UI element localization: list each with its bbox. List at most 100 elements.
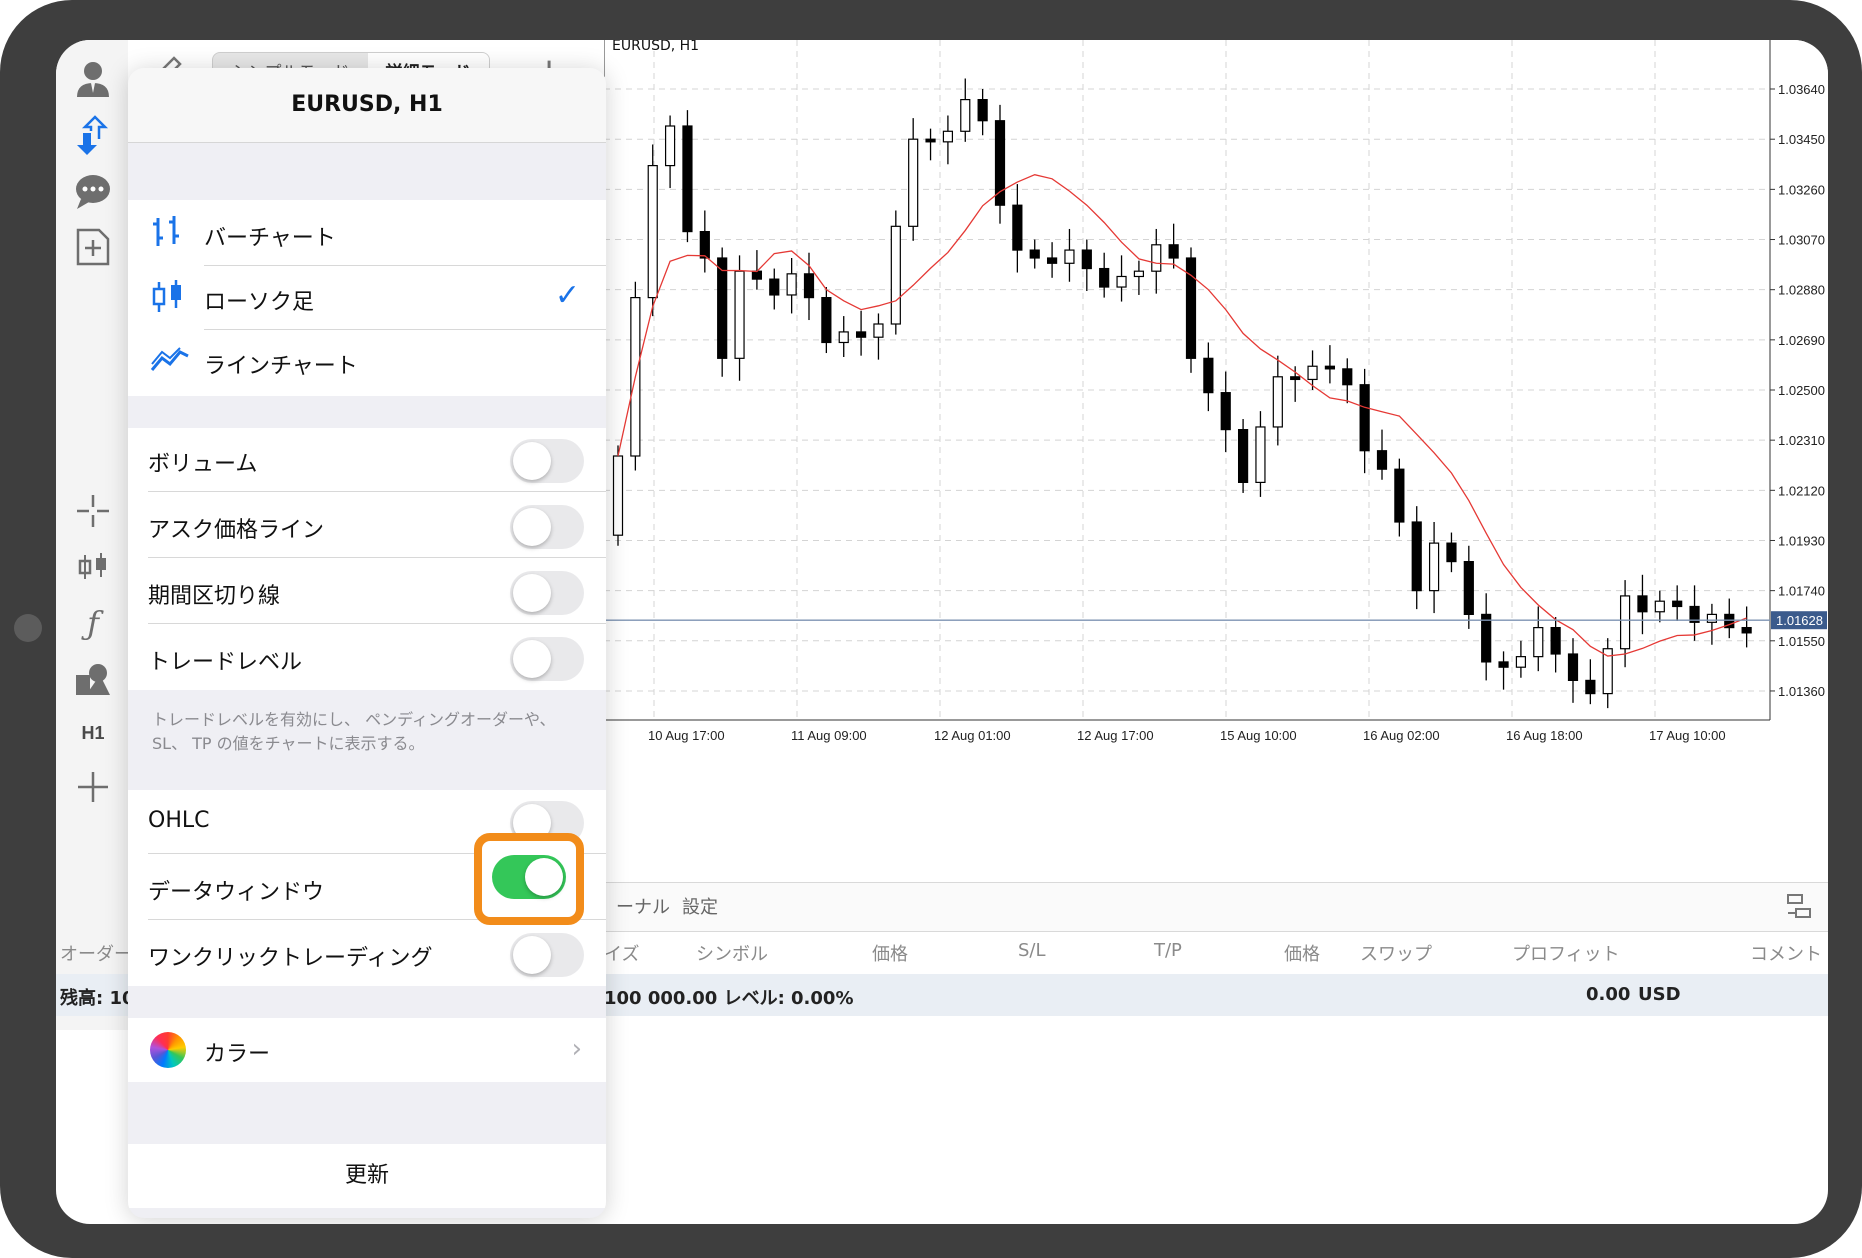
trade-levels-switch[interactable] [510,637,584,681]
candle-body [1498,661,1509,668]
toggle-period-separators[interactable]: 期間区切り線 [128,560,606,624]
crosshair-icon[interactable] [68,488,118,534]
toggle-one-click-label: ワンクリックトレーディング [148,946,433,971]
candle-body [838,331,849,344]
candle-body [1533,626,1544,658]
col-swap: スワップ [1360,944,1432,965]
toggle-data-window-label: データウィンドウ [148,880,325,905]
chart-type-bar[interactable]: バーチャート [128,202,606,266]
one-click-switch[interactable] [510,933,584,977]
candle-body [1550,626,1561,655]
col-order: オーダー [60,944,132,965]
time-tick-label: 12 Aug 01:00 [934,728,1011,743]
new-order-icon[interactable] [68,224,118,270]
chart-type-candle[interactable]: ローソク足 ✓ [128,266,606,330]
candle-body [960,98,971,132]
candle-body [1290,376,1301,381]
timeframe-label: H1 [81,722,105,743]
price-tick-label: 1.02120 [1778,483,1825,498]
col-price-current: 価格 [1284,944,1320,965]
chart-type-candle-label: ローソク足 [204,290,315,315]
price-tick-label: 1.03450 [1778,132,1825,147]
price-chart[interactable]: 1.03640 1.03450 1.03260 1.03070 1.02880 1.026… [604,40,1828,858]
toggle-one-click[interactable]: ワンクリックトレーディング [128,922,606,986]
candle-body [1116,275,1127,288]
add-icon[interactable] [68,764,118,810]
candle-body [908,138,919,227]
candle-body [1428,542,1440,592]
indicator-icon[interactable]: ƒ [68,600,118,646]
toggle-ask-line-label: アスク価格ライン [148,518,325,543]
candlestick-icon [150,278,186,318]
col-size: イズ [604,944,640,965]
candle-body [734,270,745,359]
price-tick-label: 1.01930 [1778,533,1825,548]
candle-body [1046,257,1058,264]
chart-canvas[interactable]: 1.03640 1.03450 1.03260 1.03070 1.02880 1.026… [604,40,1828,858]
total-profit: 0.00 [1586,984,1631,1005]
terminal-tabs: ーナル 設定 [604,882,1828,932]
profile-icon[interactable] [68,56,118,102]
period-separators-switch[interactable] [510,571,584,615]
color-row[interactable]: カラー › [128,1018,606,1082]
ask-line-switch[interactable] [510,505,584,549]
candle-body [682,125,693,233]
trade-icon[interactable] [68,112,118,158]
home-button[interactable] [14,614,42,642]
toggle-ask-line[interactable]: アスク価格ライン [128,494,606,558]
tab-settings[interactable]: 設定 [682,893,718,919]
chat-icon[interactable] [68,168,118,214]
device-frame: ƒ H1 シンプルモード 詳細モード + 1.036401.034501.032… [0,0,1862,1258]
tab-journal[interactable]: ーナル [616,893,670,919]
display-toggles-group: ボリューム アスク価格ライン 期間区切り線 トレードレベル [128,428,606,690]
candle-body [925,138,936,143]
candle-body [1012,204,1023,251]
candle-body [1342,368,1353,386]
trade-level-hint: トレードレベルを有効にし、 ペンディングオーダーや、 SL、 TP の値をチャー… [152,710,556,753]
toggle-trade-levels-label: トレードレベル [148,650,303,675]
candle-body [1272,376,1283,428]
toggle-ohlc-label: OHLC [148,808,210,833]
line-chart-icon [150,344,190,378]
candle-body [751,270,763,280]
candle-body [786,273,797,296]
col-price: 価格 [872,944,908,965]
col-profit: プロフィット [1512,944,1620,965]
refresh-button[interactable]: 更新 [128,1144,606,1208]
candle-body [1029,249,1040,259]
candle-body [1220,392,1231,431]
price-tick-label: 1.03260 [1778,182,1825,197]
price-tick-label: 1.01740 [1778,584,1825,599]
toggle-volume[interactable]: ボリューム [128,428,606,492]
col-sl: S/L [1018,940,1046,961]
volume-switch[interactable] [510,439,584,483]
chart-type-group: バーチャート ローソク足 ✓ ラインチャート [128,200,606,396]
timeframe-icon[interactable]: H1 [68,710,118,756]
chart-type-line-label: ラインチャート [204,354,358,379]
candle-body [1706,613,1718,623]
objects-icon[interactable] [68,656,118,702]
toggle-period-separators-label: 期間区切り線 [148,584,281,609]
chart-type-icon[interactable] [68,544,118,590]
price-tick-label: 1.02310 [1778,433,1825,448]
time-tick-label: 12 Aug 17:00 [1077,728,1154,743]
currency: USD [1638,984,1681,1005]
candle-body [1133,270,1145,278]
toggle-trade-levels[interactable]: トレードレベル [128,626,606,690]
data-window-switch[interactable] [492,855,566,899]
left-toolbar: ƒ H1 [56,40,128,1030]
layout-icon[interactable] [1784,891,1814,926]
price-tick-label: 1.01550 [1778,634,1825,649]
bid-price-label: 1.01628 [1776,613,1823,628]
candle-body [1446,542,1457,563]
candle-body [699,231,710,259]
time-tick-label: 16 Aug 02:00 [1363,728,1440,743]
popover-title: EURUSD, H1 [128,68,606,143]
candle-body [1064,249,1075,264]
candle-body [1099,267,1110,288]
price-tick-label: 1.03640 [1778,82,1825,97]
col-symbol: シンボル [696,944,768,965]
chart-type-line[interactable]: ラインチャート [128,330,606,394]
toggle-volume-label: ボリューム [148,452,258,477]
time-tick-label: 16 Aug 18:00 [1506,728,1583,743]
